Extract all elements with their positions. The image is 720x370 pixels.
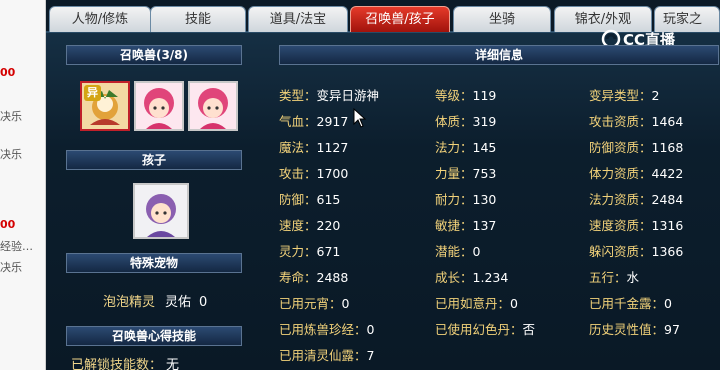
child-slot[interactable] [133, 183, 189, 239]
detail-header: 详细信息 [279, 45, 719, 65]
stat-yuanxiao: 已用元宵：0 [279, 296, 350, 311]
summon-slot-2[interactable] [134, 81, 184, 131]
stat-attack: 攻击：1700 [279, 166, 349, 181]
strip-text: 00 [0, 66, 16, 79]
special-pet-row: 泡泡精灵 灵佑 0 [103, 291, 217, 310]
strip-text: 经验… [0, 240, 33, 253]
stat-level: 等级：119 [435, 88, 497, 103]
stat-growth: 成长：1.234 [435, 270, 509, 285]
skill-header: 召唤兽心得技能 [66, 326, 242, 346]
tab-skills[interactable]: 技能 [150, 6, 246, 32]
stat-type: 类型：变异日游神 [279, 88, 380, 103]
strip-text: 决乐 [0, 148, 22, 161]
stat-qingling: 已用清灵仙露：7 [279, 348, 375, 363]
stat-magic: 法力：145 [435, 140, 497, 155]
tab-items[interactable]: 道具/法宝 [248, 6, 348, 32]
stat-element: 五行：水 [589, 270, 640, 285]
stat-stamina-aptitude: 体力资质：4422 [589, 166, 684, 181]
stat-qianjinlu: 已用千金露：0 [589, 296, 672, 311]
stat-agility: 敏捷：137 [435, 218, 497, 233]
stat-spirit: 灵力：671 [279, 244, 341, 259]
stat-strength: 力量：753 [435, 166, 497, 181]
stat-huansedan: 已使用幻色丹：否 [435, 322, 536, 337]
unlocked-skills-value: 无 [166, 358, 180, 370]
variant-badge: 异 [84, 85, 101, 101]
stat-hp: 气血：2917 [279, 114, 349, 129]
stat-attack-aptitude: 攻击资质：1464 [589, 114, 684, 129]
summon-slot-1[interactable]: 异 [80, 81, 130, 131]
summon-list-header: 召唤兽(3/8) [66, 45, 242, 65]
game-window: 人物/修炼 技能 道具/法宝 召唤兽/孩子 坐骑 锦衣/外观 玩家之 CC直播 … [46, 0, 720, 370]
summon-slot-3[interactable] [188, 81, 238, 131]
unlocked-skills-label: 已解锁技能数： [71, 358, 163, 370]
stat-dodge-aptitude: 躲闪资质：1366 [589, 244, 684, 259]
stat-endurance: 耐力：130 [435, 192, 497, 207]
stat-defense: 防御：615 [279, 192, 341, 207]
stat-magic-aptitude: 法力资质：2484 [589, 192, 684, 207]
stat-lifespan: 寿命：2488 [279, 270, 349, 285]
left-panel: 召唤兽(3/8) 异 孩子 特殊宠物 泡泡精灵 灵佑 0 召唤兽心得技能 已解锁… [63, 45, 248, 370]
tab-summons[interactable]: 召唤兽/孩子 [350, 6, 450, 32]
stat-mp: 魔法：1127 [279, 140, 349, 155]
stat-ruyidan: 已用如意丹：0 [435, 296, 518, 311]
stat-lianshou: 已用炼兽珍经：0 [279, 322, 375, 337]
stat-speed: 速度：220 [279, 218, 341, 233]
summon-portrait-icon [190, 83, 236, 129]
stat-speed-aptitude: 速度资质：1316 [589, 218, 684, 233]
child-portrait-icon [135, 185, 187, 237]
special-pet-attr-label: 灵佑 [165, 295, 192, 310]
strip-text: 决乐 [0, 110, 22, 123]
stat-potential: 潜能：0 [435, 244, 481, 259]
strip-text: 00 [0, 218, 16, 231]
strip-text: 决乐 [0, 261, 22, 274]
special-pet-attr-value: 0 [199, 295, 208, 310]
special-pet-header: 特殊宠物 [66, 253, 242, 273]
tab-mounts[interactable]: 坐骑 [453, 6, 551, 32]
child-header: 孩子 [66, 150, 242, 170]
stat-lingxing: 历史灵性值：97 [589, 322, 680, 337]
stat-variant-type: 变异类型：2 [589, 88, 660, 103]
page-sidebar-strip: 00 决乐 决乐 00 经验… 决乐 [0, 0, 46, 370]
stat-constitution: 体质：319 [435, 114, 497, 129]
stat-defense-aptitude: 防御资质：1168 [589, 140, 684, 155]
tab-character[interactable]: 人物/修炼 [49, 6, 151, 32]
special-pet-name: 泡泡精灵 [103, 295, 156, 310]
summon-portrait-icon [136, 83, 182, 129]
mouse-cursor-icon [353, 108, 367, 128]
unlocked-skills-row: 已解锁技能数：无 [71, 354, 189, 370]
